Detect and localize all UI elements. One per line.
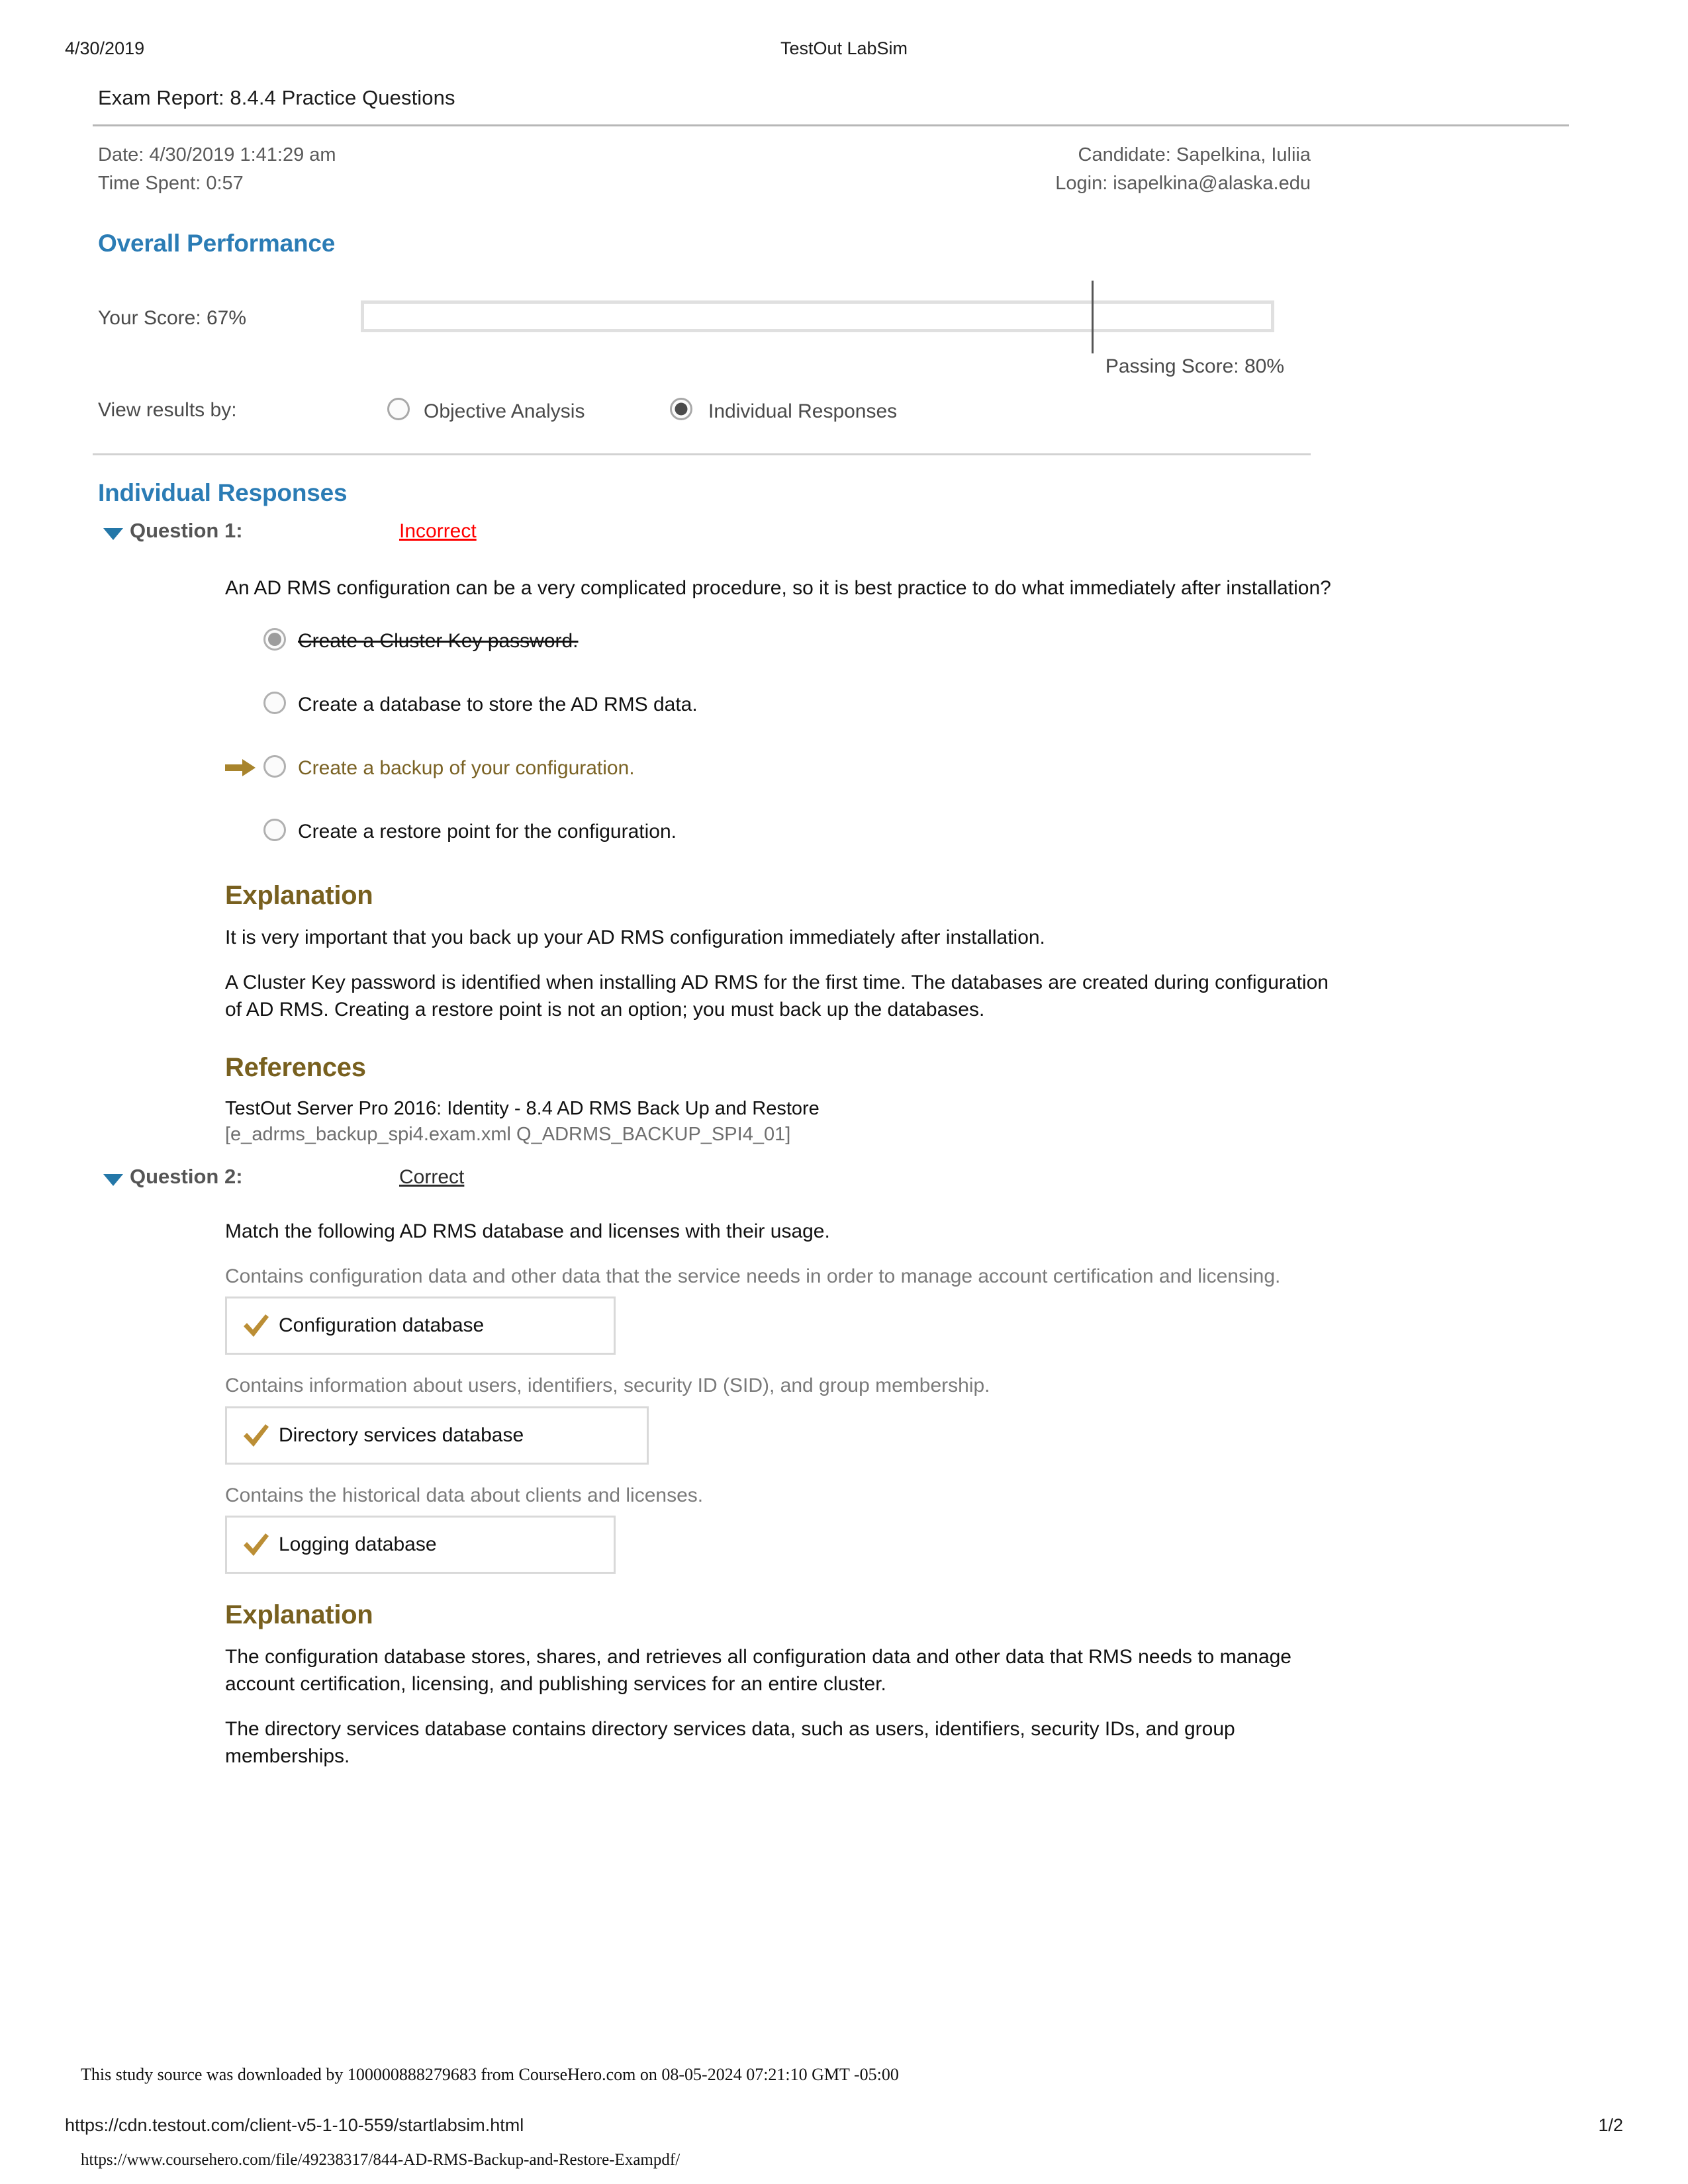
view-results-by-row: View results by: Objective Analysis Indi… (93, 390, 1311, 436)
exam-meta-right: Candidate: Sapelkina, Iuliia Login: isap… (1055, 141, 1311, 198)
question-status-badge: Incorrect (399, 520, 477, 542)
match-prompt: Contains information about users, identi… (225, 1375, 990, 1397)
explanation-heading: Explanation (225, 1600, 373, 1629)
report-content: Exam Report: 8.4.4 Practice Questions Da… (93, 86, 1589, 1788)
question-body: Match the following AD RMS database and … (225, 1218, 1417, 1770)
reference-id: [e_adrms_backup_spi4.exam.xml Q_ADRMS_BA… (225, 1124, 791, 1145)
question-prompt: An AD RMS configuration can be a very co… (225, 577, 1331, 599)
answer-option[interactable]: Create a database to store the AD RMS da… (225, 689, 1417, 727)
answer-option-radio[interactable] (263, 628, 286, 651)
running-head: 4/30/2019 TestOut LabSim (0, 38, 1688, 65)
match-answer-label: Directory services database (279, 1424, 524, 1446)
passing-score-label: Passing Score: 80% (1105, 355, 1284, 377)
match-item: Contains configuration data and other da… (225, 1263, 1417, 1355)
explanation-paragraph: A Cluster Key password is identified whe… (225, 971, 1329, 1021)
candidate-login: Login: isapelkina@alaska.edu (1055, 172, 1311, 194)
explanation-paragraph: It is very important that you back up yo… (225, 927, 1045, 949)
radio-individual-responses[interactable] (670, 398, 692, 420)
running-head-title: TestOut LabSim (780, 38, 908, 58)
exam-meta-left: Date: 4/30/2019 1:41:29 am Time Spent: 0… (98, 141, 336, 198)
time-spent: Time Spent: 0:57 (98, 172, 244, 194)
radio-objective-analysis[interactable] (387, 398, 410, 420)
check-icon (242, 1423, 271, 1448)
references-heading: References (225, 1052, 366, 1082)
answer-option-radio[interactable] (263, 819, 286, 842)
answer-option-correct[interactable]: Create a backup of your configuration. (225, 752, 1417, 791)
question-label: Question 1: (130, 519, 243, 542)
title-divider (93, 124, 1569, 126)
match-answer-label: Configuration database (279, 1314, 485, 1337)
question-label: Question 2: (130, 1165, 243, 1189)
question-block: Question 2: Correct Match the following … (93, 1165, 1589, 1770)
answer-option[interactable]: Create a restore point for the configura… (225, 816, 1417, 854)
radio-label-individual-responses[interactable]: Individual Responses (708, 400, 897, 423)
match-prompt: Contains configuration data and other da… (225, 1265, 1281, 1287)
collapse-triangle-icon[interactable] (103, 528, 123, 540)
radio-label-objective-analysis[interactable]: Objective Analysis (424, 400, 585, 423)
answer-option-label: Create a database to store the AD RMS da… (298, 694, 698, 716)
score-bar-fill (364, 304, 1271, 329)
check-icon (242, 1532, 271, 1557)
coursehero-watermark: This study source was downloaded by 1000… (81, 2065, 899, 2084)
match-answer-box[interactable]: Configuration database (225, 1297, 616, 1355)
score-chart: Your Score: 67% Passing Score: 80% (93, 277, 1311, 383)
question-prompt: Match the following AD RMS database and … (225, 1220, 830, 1243)
check-icon (242, 1313, 271, 1338)
correct-answer-arrow-icon (225, 758, 257, 778)
match-item: Contains information about users, identi… (225, 1372, 1417, 1465)
score-bar-track (361, 300, 1274, 332)
explanation-heading: Explanation (225, 881, 373, 911)
match-answer-box[interactable]: Directory services database (225, 1406, 649, 1465)
answer-option-label: Create a backup of your configuration. (298, 757, 635, 780)
answer-option-radio[interactable] (263, 692, 286, 715)
exam-report-title: Exam Report: 8.4.4 Practice Questions (98, 86, 455, 109)
explanation-paragraph: The directory services database contains… (225, 1717, 1235, 1768)
answer-option-radio[interactable] (263, 755, 286, 778)
view-results-by-label: View results by: (98, 399, 237, 421)
match-prompt: Contains the historical data about clien… (225, 1484, 704, 1506)
question-status-badge: Correct (399, 1166, 465, 1189)
match-answer-box[interactable]: Logging database (225, 1516, 616, 1574)
page: 4/30/2019 TestOut LabSim Exam Report: 8.… (0, 0, 1688, 2184)
reference-title: TestOut Server Pro 2016: Identity - 8.4 … (225, 1097, 820, 1119)
answer-option-label: Create a restore point for the configura… (298, 821, 677, 843)
match-item: Contains the historical data about clien… (225, 1482, 1417, 1574)
question-block: Question 1: Incorrect An AD RMS configur… (93, 519, 1589, 1148)
match-answer-label: Logging database (279, 1533, 437, 1555)
overall-performance-heading: Overall Performance (98, 230, 336, 257)
footer-page-number: 1/2 (1598, 2115, 1623, 2135)
match-list: Contains configuration data and other da… (225, 1263, 1417, 1574)
question-header[interactable]: Question 1: Incorrect (98, 519, 1589, 556)
your-score-label: Your Score: 67% (98, 307, 247, 329)
answer-options: Create a Cluster Key password. Create a … (225, 625, 1417, 854)
individual-responses-heading: Individual Responses (98, 479, 348, 506)
footer-coursehero-url: https://www.coursehero.com/file/49238317… (81, 2151, 680, 2169)
exam-date: Date: 4/30/2019 1:41:29 am (98, 144, 336, 165)
footer-source-url: https://cdn.testout.com/client-v5-1-10-5… (65, 2115, 524, 2135)
passing-score-marker (1092, 281, 1094, 353)
explanation-paragraph: The configuration database stores, share… (225, 1646, 1291, 1696)
collapse-triangle-icon[interactable] (103, 1174, 123, 1187)
question-body: An AD RMS configuration can be a very co… (225, 574, 1417, 1148)
candidate-name: Candidate: Sapelkina, Iuliia (1078, 144, 1311, 165)
view-results-divider (93, 453, 1311, 455)
answer-option-label: Create a Cluster Key password. (298, 630, 579, 653)
question-header[interactable]: Question 2: Correct (98, 1165, 1589, 1202)
exam-meta: Date: 4/30/2019 1:41:29 am Time Spent: 0… (93, 141, 1311, 206)
answer-option[interactable]: Create a Cluster Key password. (225, 625, 1417, 664)
